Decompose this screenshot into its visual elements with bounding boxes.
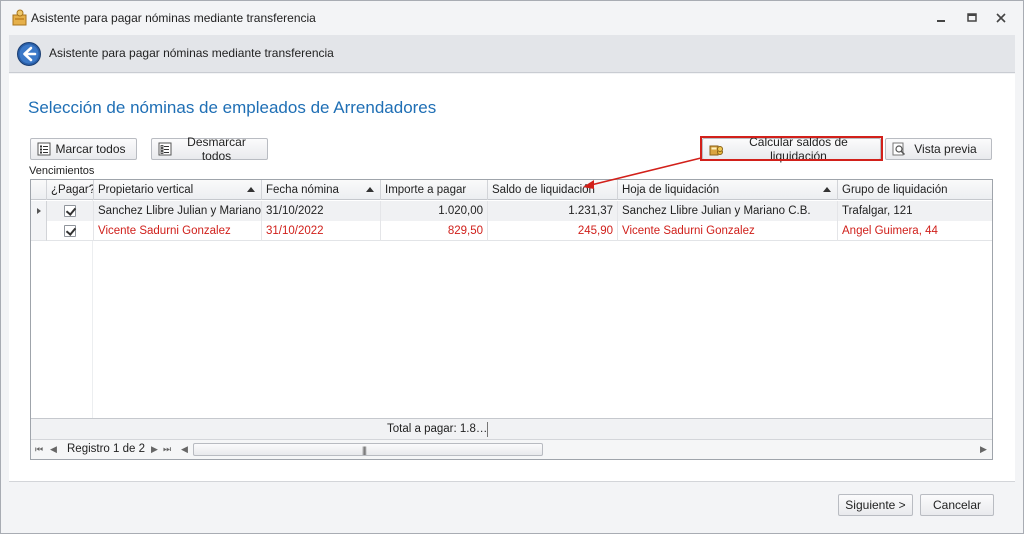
unmark-all-button[interactable]: Desmarcar todos	[151, 135, 268, 163]
balance-cell: 1.231,37	[488, 201, 618, 221]
grid-caption: Vencimientos	[29, 165, 95, 177]
record-navigator: ⏮ ◀ Registro 1 de 2 ▶ ⏭ ◀ ||| ▶	[31, 439, 992, 459]
total-separator	[487, 422, 488, 437]
balance-cell: 245,90	[488, 221, 618, 241]
group-cell: Trafalgar, 121	[842, 205, 913, 217]
owner-cell: Vicente Sadurni Gonzalez	[94, 221, 262, 241]
sort-ascending-icon	[247, 187, 255, 192]
checklist-icon	[37, 142, 51, 156]
payments-grid: ¿Pagar? Propietario vertical Fecha nómin…	[30, 179, 993, 460]
column-header-date[interactable]: Fecha nómina	[262, 180, 381, 200]
row-indicator	[31, 201, 47, 221]
column-header-amount[interactable]: Importe a pagar	[381, 180, 488, 200]
content-panel: Selección de nóminas de empleados de Arr…	[9, 74, 1015, 481]
first-record-icon[interactable]: ⏮	[35, 444, 43, 455]
back-arrow-icon[interactable]	[16, 41, 42, 67]
mark-all-button[interactable]: Marcar todos	[30, 138, 137, 160]
section-title: Selección de nóminas de empleados de Arr…	[28, 98, 437, 117]
sheet-cell: Sanchez Llibre Julian y Mariano C.B.	[618, 201, 838, 221]
pay-cell[interactable]	[47, 201, 94, 221]
next-button[interactable]: Siguiente >	[838, 494, 913, 516]
restore-button[interactable]	[962, 9, 982, 27]
close-icon	[996, 13, 1006, 23]
next-label: Siguiente >	[845, 498, 906, 512]
minimize-button[interactable]	[931, 9, 951, 27]
minimize-icon	[937, 20, 945, 22]
app-icon	[12, 9, 27, 26]
wizard-header: Asistente para pagar nóminas mediante tr…	[9, 35, 1015, 73]
unchecked-list-icon	[158, 142, 172, 156]
owner-cell: Sanchez Llibre Julian y Mariano…	[94, 201, 262, 221]
sort-ascending-icon	[823, 187, 831, 192]
scroll-right-icon[interactable]: ▶	[980, 444, 987, 455]
window-title: Asistente para pagar nóminas mediante tr…	[31, 11, 316, 25]
column-header-pay[interactable]: ¿Pagar?	[47, 180, 94, 200]
wizard-window: Asistente para pagar nóminas mediante tr…	[0, 0, 1024, 534]
title-bar: Asistente para pagar nóminas mediante tr…	[1, 1, 1023, 35]
amount-cell: 1.020,00	[381, 201, 488, 221]
last-record-icon[interactable]: ⏭	[163, 444, 171, 455]
grid-header: ¿Pagar? Propietario vertical Fecha nómin…	[31, 180, 992, 200]
restore-icon	[967, 13, 977, 22]
mark-all-label: Marcar todos	[55, 142, 126, 156]
annotation-arrow	[583, 157, 702, 189]
column-header-owner[interactable]: Propietario vertical	[94, 180, 262, 200]
sort-ascending-icon	[366, 187, 374, 192]
pay-checkbox[interactable]	[64, 225, 76, 237]
cancel-button[interactable]: Cancelar	[920, 494, 994, 516]
table-row[interactable]: Sanchez Llibre Julian y Mariano… 31/10/2…	[31, 201, 992, 221]
scroll-left-icon[interactable]: ◀	[181, 444, 188, 455]
highlight-box	[700, 136, 883, 161]
current-row-arrow-icon	[37, 208, 41, 214]
preview-button[interactable]: Vista previa	[885, 138, 992, 160]
scroll-grip-icon: |||	[362, 445, 367, 455]
column-header-group[interactable]: Grupo de liquidación	[838, 180, 992, 200]
pay-checkbox[interactable]	[64, 205, 76, 217]
record-counter: Registro 1 de 2	[67, 443, 145, 455]
total-to-pay: Total a pagar: 1.8…	[387, 423, 488, 435]
date-cell: 31/10/2022	[262, 201, 381, 221]
date-cell: 31/10/2022	[262, 221, 381, 241]
prev-record-icon[interactable]: ◀	[50, 444, 57, 455]
cancel-label: Cancelar	[932, 498, 982, 512]
column-header-owner-label: Propietario vertical	[98, 184, 194, 196]
column-header-date-label: Fecha nómina	[266, 184, 339, 196]
preview-label: Vista previa	[914, 142, 977, 156]
close-button[interactable]	[991, 9, 1011, 27]
next-record-icon[interactable]: ▶	[151, 444, 158, 455]
pay-cell[interactable]	[47, 221, 94, 241]
sheet-cell: Vicente Sadurni Gonzalez	[618, 221, 838, 241]
amount-cell: 829,50	[381, 221, 488, 241]
unmark-all-label: Desmarcar todos	[187, 135, 246, 163]
footer-separator	[9, 481, 1015, 482]
grid-total-row: Total a pagar: 1.8…	[31, 418, 992, 439]
table-row[interactable]: Vicente Sadurni Gonzalez 31/10/2022 829,…	[31, 221, 992, 241]
header-indicator	[31, 180, 47, 200]
header-title: Asistente para pagar nóminas mediante tr…	[49, 46, 334, 60]
preview-magnifier-icon	[892, 142, 906, 156]
horizontal-scrollbar-thumb[interactable]: |||	[193, 443, 543, 456]
row-indicator	[31, 221, 47, 241]
group-cell: Angel Guimera, 44	[842, 225, 938, 237]
